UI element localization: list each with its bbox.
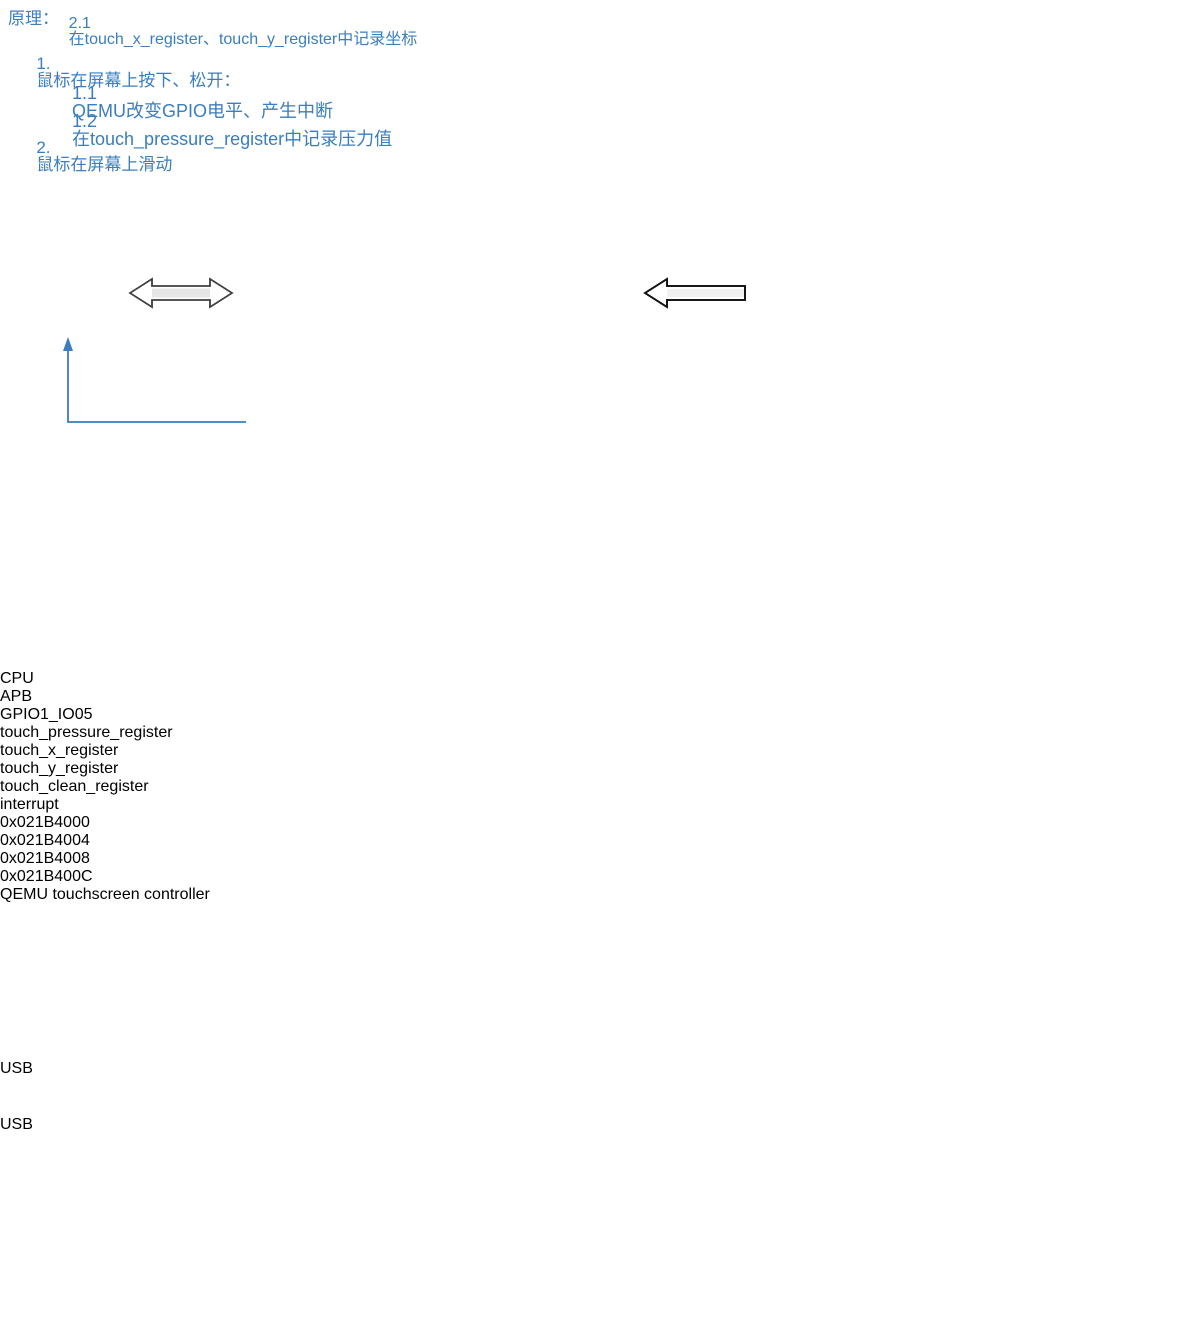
- screenshot-root: 原理： 1. 鼠标在屏幕上按下、松开： 1.1 QEMU改变GPIO电平、产生中…: [0, 0, 1184, 1133]
- cpu-block: CPU: [0, 670, 1184, 688]
- apb-bus-label: APB: [0, 688, 33, 705]
- register-address: 0x021B4004: [0, 832, 90, 849]
- apb-bus-arrow: [128, 277, 234, 309]
- note-item-2-1: 2.1 在touch_x_register、touch_y_register中记…: [42, 0, 418, 64]
- oval-component-icon: [0, 1172, 58, 1196]
- processor-chip-icon: [0, 1196, 58, 1251]
- mounting-hole-icon: [0, 972, 34, 1006]
- usb-port-label: USB: [0, 1116, 33, 1133]
- mounting-hole-icon: [0, 938, 34, 972]
- pin-header-top-icon: [0, 1040, 172, 1060]
- interrupt-block: interrupt: [0, 796, 59, 813]
- controller-caption: QEMU touchscreen controller: [0, 886, 210, 903]
- cpu-label: CPU: [0, 670, 34, 687]
- note-item-2-1-text: 在touch_x_register、touch_y_register中记录坐标: [68, 31, 418, 48]
- gpio-signal-label: GPIO1_IO05: [0, 706, 93, 723]
- note-item-2: 2. 鼠标在屏幕上滑动: [8, 122, 172, 190]
- mounting-hole-icon: [0, 1006, 34, 1040]
- note-item-2-1-number: 2.1: [68, 15, 100, 32]
- led-indicator-icon: [0, 1251, 14, 1291]
- usb-port-label: USB: [0, 1060, 33, 1077]
- register-row: touch_pressure_register: [0, 724, 173, 741]
- mounting-hole-icon: [0, 904, 34, 938]
- register-row: touch_y_register: [0, 760, 119, 777]
- usb-port-top: USB: [0, 1060, 88, 1116]
- usb-port-bottom: USB: [0, 1116, 88, 1172]
- qemu-touchscreen-controller-block: touch_pressure_register touch_x_register…: [0, 724, 1184, 814]
- register-address: 0x021B400C: [0, 868, 93, 885]
- register-row: touch_x_register: [0, 742, 119, 759]
- gpio-interrupt-wire: [63, 337, 246, 423]
- register-address: 0x021B4000: [0, 814, 90, 831]
- register-stack: touch_pressure_register touch_x_register…: [0, 724, 1184, 796]
- touch-input-arrow: [643, 277, 746, 309]
- register-row: touch_clean_register: [0, 778, 149, 795]
- development-board-image: USB USB: [0, 904, 1184, 1330]
- led-indicator-icon: [0, 1291, 14, 1330]
- note-item-2-text: 鼠标在屏幕上滑动: [36, 155, 173, 174]
- register-address: 0x021B4008: [0, 850, 90, 867]
